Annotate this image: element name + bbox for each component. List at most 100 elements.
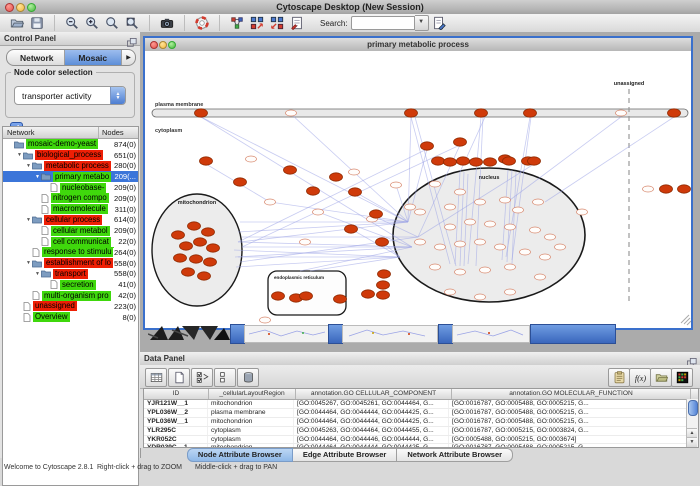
float-panel-icon[interactable] xyxy=(127,34,137,43)
tree-row-label[interactable]: establishment of lo xyxy=(44,258,113,268)
import-attributes-button[interactable] xyxy=(650,368,672,387)
network-node-small[interactable] xyxy=(435,244,446,250)
network-node-small[interactable] xyxy=(480,267,491,273)
network-node[interactable] xyxy=(330,173,343,181)
select-attributes-button[interactable] xyxy=(191,368,213,387)
network-node-small[interactable] xyxy=(545,234,556,240)
table-row[interactable]: YPL036W__1mitochondrion[GO:0044464, GO:0… xyxy=(144,418,698,427)
help-button[interactable] xyxy=(193,15,211,31)
column-header[interactable]: ID xyxy=(144,389,209,399)
resize-grip-icon[interactable] xyxy=(681,315,691,325)
network-node[interactable] xyxy=(194,238,207,246)
network-node-small[interactable] xyxy=(643,186,654,192)
network-node-small[interactable] xyxy=(260,317,271,323)
network-node-small[interactable] xyxy=(533,199,544,205)
tree-row[interactable]: unassigned223(0) xyxy=(3,301,138,312)
zoom-in-button[interactable] xyxy=(83,15,101,31)
tree-row[interactable]: cellular metabol209(0) xyxy=(3,225,138,236)
network-node-small[interactable] xyxy=(455,189,466,195)
scrollbar-thumb[interactable] xyxy=(688,400,698,416)
minimize-window-button[interactable] xyxy=(16,3,25,12)
zoom-selected-button[interactable] xyxy=(103,15,121,31)
table-cell[interactable]: YPL036W__2 xyxy=(144,409,208,417)
expand-triangle-icon[interactable]: ▼ xyxy=(16,152,23,158)
network-node[interactable] xyxy=(174,254,187,262)
tree-row[interactable]: ▼cellular process614(0) xyxy=(3,215,138,226)
unselect-attributes-button[interactable] xyxy=(214,368,236,387)
tree-row[interactable]: response to stimulu264(0) xyxy=(3,247,138,258)
network-node[interactable] xyxy=(484,158,497,166)
network-node-small[interactable] xyxy=(505,289,516,295)
layout-option-b-button[interactable] xyxy=(268,15,286,31)
network-node[interactable] xyxy=(475,109,488,117)
network-node-small[interactable] xyxy=(445,204,456,210)
tab-mosaic[interactable]: Mosaic xyxy=(65,50,123,65)
net-close-button[interactable] xyxy=(150,41,158,49)
tree-row[interactable]: ▼transport558(0) xyxy=(3,269,138,280)
network-node[interactable] xyxy=(180,242,193,250)
tree-row-label[interactable]: macromolecule xyxy=(51,204,108,214)
delete-attribute-button[interactable] xyxy=(237,368,259,387)
network-node[interactable] xyxy=(307,187,320,195)
table-scrollbar[interactable]: ▲ ▼ xyxy=(686,399,698,447)
annotation-button[interactable] xyxy=(288,15,306,31)
network-node[interactable] xyxy=(198,272,211,280)
tree-row[interactable]: nucleobase-209(0) xyxy=(3,182,138,193)
network-node-small[interactable] xyxy=(530,227,541,233)
table-cell[interactable]: [GO:0016787, GO:0005488, GO:0005215, G..… xyxy=(449,418,687,426)
network-node-small[interactable] xyxy=(349,169,360,175)
network-node[interactable] xyxy=(172,231,185,239)
table-cell[interactable]: [GO:0044464, GO:0044444, GO:0044425, G..… xyxy=(294,418,449,426)
table-cell[interactable]: [GO:0045267, GO:0045261, GO:0044464, G..… xyxy=(294,400,449,408)
network-node-small[interactable] xyxy=(445,289,456,295)
network-node-small[interactable] xyxy=(430,264,441,270)
network-node[interactable] xyxy=(300,292,313,300)
mitochondrion-compartment[interactable] xyxy=(152,194,242,306)
tree-row-label[interactable]: metabolic process xyxy=(44,161,111,171)
network-node-small[interactable] xyxy=(616,110,627,116)
background-window-titlebar[interactable] xyxy=(438,324,453,344)
tree-row-label[interactable]: nitrogen compo xyxy=(51,193,109,203)
tab-edge-attribute-browser[interactable]: Edge Attribute Browser xyxy=(293,448,397,462)
search-config-button[interactable] xyxy=(430,15,448,31)
network-node-small[interactable] xyxy=(475,239,486,245)
zoom-fit-button[interactable] xyxy=(123,15,141,31)
table-cell[interactable]: [GO:0016787, GO:0005215, GO:0003824, G..… xyxy=(449,427,687,435)
function-builder-button[interactable]: f(x) xyxy=(629,368,651,387)
network-node[interactable] xyxy=(528,157,541,165)
column-header[interactable]: annotation.GO CELLULAR_COMPONENT xyxy=(296,389,452,399)
table-cell[interactable]: plasma membrane xyxy=(208,409,294,417)
tab-network-attribute-browser[interactable]: Network Attribute Browser xyxy=(397,448,513,462)
table-row[interactable]: YLR295Ccytoplasm[GO:0045263, GO:0044464,… xyxy=(144,427,698,436)
tree-row[interactable]: macromolecule311(0) xyxy=(3,204,138,215)
network-node[interactable] xyxy=(195,109,208,117)
table-cell[interactable]: cytoplasm xyxy=(208,427,294,435)
network-node[interactable] xyxy=(182,268,195,276)
tree-row-label[interactable]: biological_process xyxy=(35,150,103,160)
net-zoom-button[interactable] xyxy=(168,41,176,49)
tree-row[interactable]: ▼biological_process651(0) xyxy=(3,150,138,161)
network-node[interactable] xyxy=(660,185,673,193)
table-cell[interactable]: YPL036W__1 xyxy=(144,418,208,426)
network-node-small[interactable] xyxy=(475,199,486,205)
layout-option-a-button[interactable] xyxy=(248,15,266,31)
tree-row-label[interactable]: mosaic-demo-yeast xyxy=(26,139,98,149)
new-attribute-button[interactable] xyxy=(168,368,190,387)
tree-row-label[interactable]: cellular metabol xyxy=(51,226,110,236)
network-node[interactable] xyxy=(457,157,470,165)
network-manager-button[interactable] xyxy=(228,15,246,31)
network-node[interactable] xyxy=(234,178,247,186)
tree-row[interactable]: multi-organism pro42(0) xyxy=(3,290,138,301)
tree-row-label[interactable]: response to stimulu xyxy=(42,247,114,257)
table-cell[interactable]: [GO:0005488, GO:0005215, GO:0003674] xyxy=(449,436,687,444)
network-node[interactable] xyxy=(377,291,390,299)
network-node-small[interactable] xyxy=(475,294,486,300)
network-node-small[interactable] xyxy=(465,219,476,225)
tree-column-network[interactable]: Network xyxy=(3,127,99,138)
network-node[interactable] xyxy=(405,109,418,117)
network-node[interactable] xyxy=(204,258,217,266)
network-node-small[interactable] xyxy=(500,197,511,203)
tab-overflow-button[interactable]: ▶ xyxy=(122,50,135,65)
snapshot-button[interactable] xyxy=(158,15,176,31)
background-window-thumbnail[interactable] xyxy=(148,324,232,342)
